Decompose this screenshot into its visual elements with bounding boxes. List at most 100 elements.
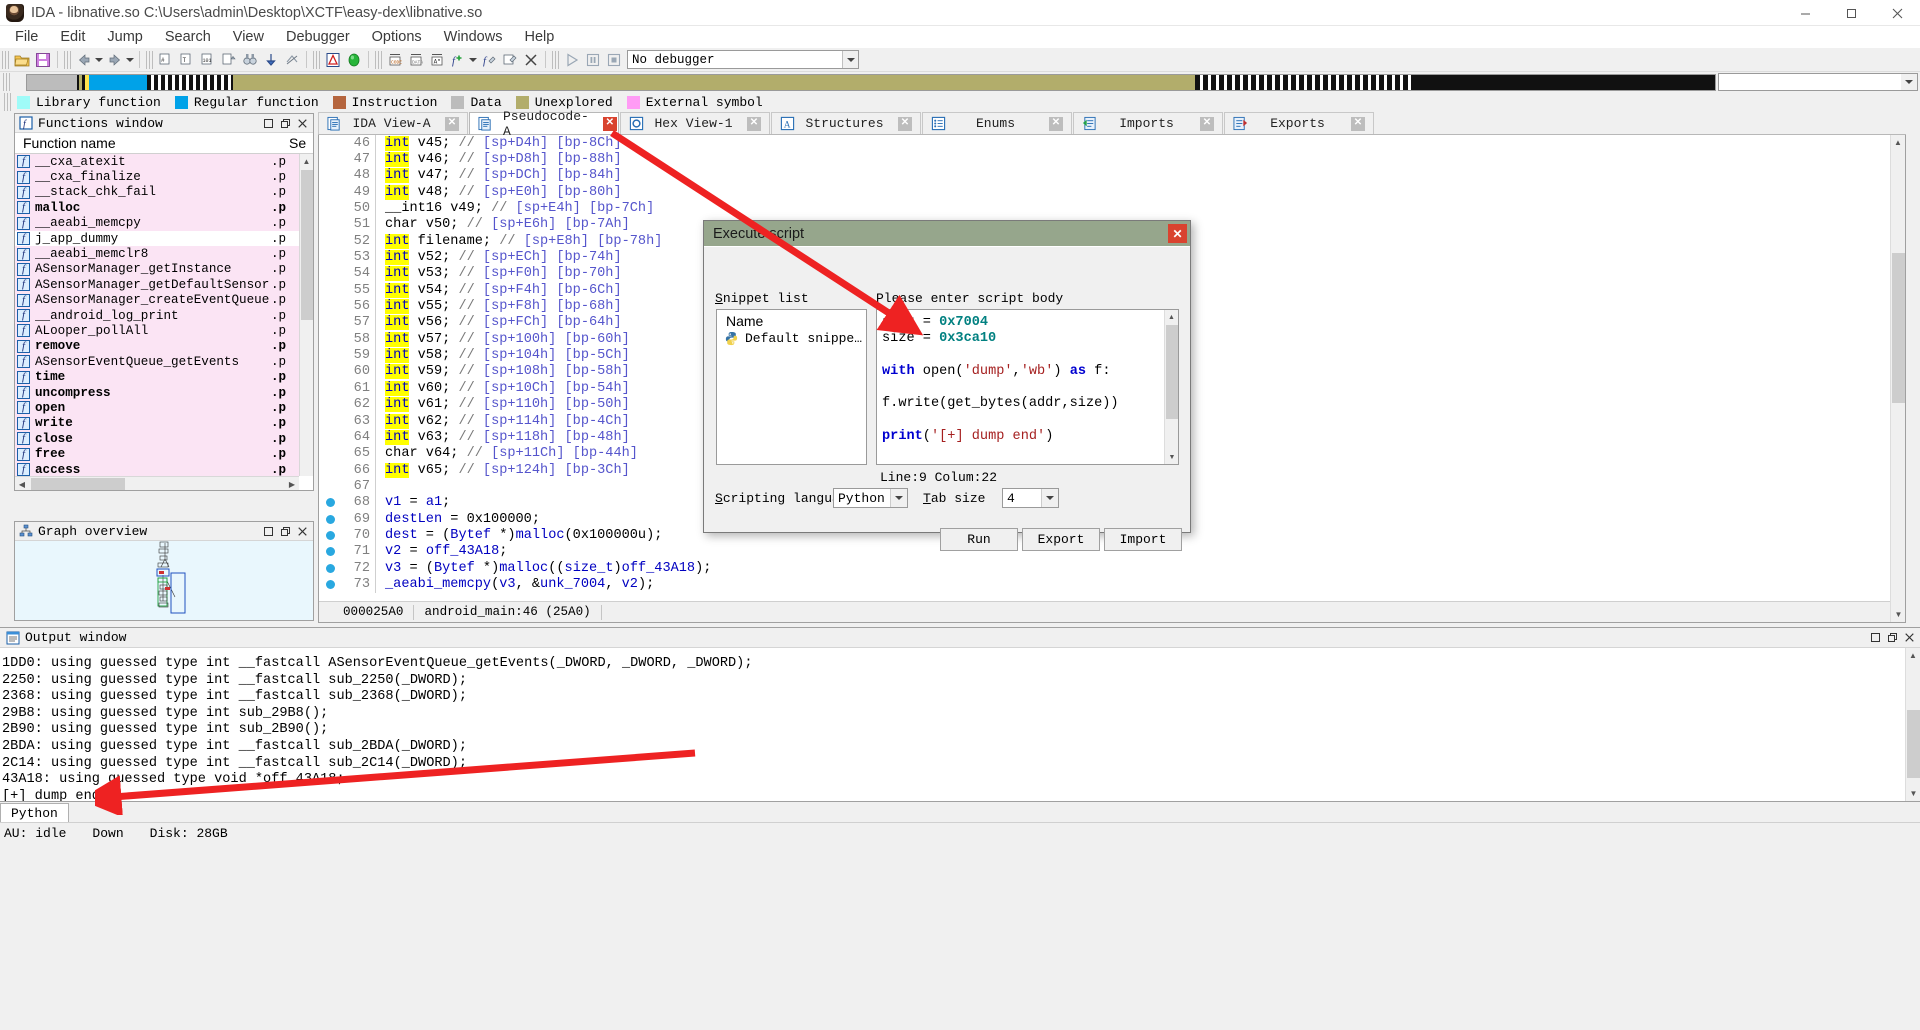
scroll-up-icon[interactable]: ▲ xyxy=(1906,648,1920,663)
function-list-row[interactable]: f time .p xyxy=(15,369,299,385)
pseudocode-line[interactable]: 46 int v45; // [sp+D4h] [bp-8Ch] xyxy=(319,135,1890,152)
make-function-icon[interactable]: f xyxy=(447,50,468,70)
function-list-row[interactable]: f write .p xyxy=(15,415,299,432)
pause-debugger-icon[interactable] xyxy=(582,50,603,70)
open-file-icon[interactable] xyxy=(11,50,32,70)
graph-overview-canvas[interactable] xyxy=(15,541,313,620)
function-list-row[interactable]: f ASensorEventQueue_getEvents .p xyxy=(15,354,299,370)
maximize-icon[interactable] xyxy=(260,115,277,132)
maximize-icon[interactable] xyxy=(1867,629,1884,646)
function-list-row[interactable]: f ASensorManager_getInstance .p xyxy=(15,261,299,278)
breakpoint-dot-icon[interactable] xyxy=(325,579,335,589)
scripting-language-select[interactable]: Python xyxy=(833,488,908,508)
functions-vertical-scrollbar[interactable]: ▲ xyxy=(299,154,313,476)
make-data-icon[interactable]: DATA xyxy=(405,50,426,70)
toolbar-grip-2[interactable] xyxy=(64,50,71,69)
close-icon[interactable]: ✕ xyxy=(1350,116,1365,131)
function-list-row[interactable]: f ASensorManager_getDefaultSensor .p xyxy=(15,277,299,293)
make-function-dropdown-icon[interactable] xyxy=(468,50,478,70)
scroll-up-icon[interactable]: ▲ xyxy=(300,154,313,168)
close-icon[interactable] xyxy=(1874,0,1920,26)
make-code-icon[interactable]: CODE xyxy=(384,50,405,70)
green-play-icon[interactable] xyxy=(343,50,364,70)
pseudocode-line[interactable]: 48 int v47; // [sp+DCh] [bp-84h] xyxy=(319,167,1890,185)
chevron-down-icon[interactable] xyxy=(1901,74,1917,90)
close-icon[interactable]: ✕ xyxy=(444,116,459,131)
pseudocode-line[interactable]: 47 int v46; // [sp+D8h] [bp-88h] xyxy=(319,151,1890,168)
save-icon[interactable] xyxy=(32,50,53,70)
tab-structures[interactable]: A Structures ✕ xyxy=(771,112,921,134)
run-debugger-icon[interactable] xyxy=(561,50,582,70)
restore-icon[interactable] xyxy=(277,115,294,132)
stop-debugger-icon[interactable] xyxy=(603,50,624,70)
close-icon[interactable]: ✕ xyxy=(1168,224,1187,243)
function-list-row[interactable]: f j_app_dummy .p xyxy=(15,230,299,247)
scrollbar-thumb-h[interactable] xyxy=(31,478,125,490)
function-list-row[interactable]: f close .p xyxy=(15,431,299,447)
tab-size-select[interactable]: 4 xyxy=(1002,488,1059,508)
scroll-down-icon[interactable]: ▼ xyxy=(1906,786,1920,801)
back-arrow-icon[interactable] xyxy=(73,50,94,70)
breakpoint-marker[interactable] xyxy=(319,547,341,557)
navband-grip[interactable] xyxy=(3,73,10,91)
pseudocode-line[interactable]: 50 __int16 v49; // [sp+E4h] [bp-7Ch] xyxy=(319,200,1890,217)
close-icon[interactable]: ✕ xyxy=(897,116,912,131)
scrollbar-thumb[interactable] xyxy=(1166,325,1178,419)
scrollbar-thumb[interactable] xyxy=(1907,710,1920,778)
append-function-icon[interactable] xyxy=(499,50,520,70)
function-list-row[interactable]: f ASensorManager_createEventQueue .p xyxy=(15,292,299,308)
function-list-row[interactable]: f __aeabi_memclr8 .p xyxy=(15,246,299,262)
toolbar-grip[interactable] xyxy=(2,50,9,69)
menu-help[interactable]: Help xyxy=(513,27,565,47)
debugger-select[interactable]: No debugger xyxy=(627,50,859,69)
breakpoint-marker[interactable] xyxy=(319,563,341,573)
chevron-down-icon[interactable] xyxy=(890,489,907,507)
jump-to-address-icon[interactable]: # xyxy=(155,50,176,70)
breakpoint-dot-icon[interactable] xyxy=(325,563,335,573)
legend-grip[interactable] xyxy=(4,93,11,111)
pseudocode-line[interactable]: 72 v3 = (Bytef *)malloc((size_t)off_43A18… xyxy=(319,559,1890,577)
pseudocode-line[interactable]: 73 _aeabi_memcpy(v3, &unk_7004, v2); xyxy=(319,576,1890,593)
scroll-down-icon[interactable]: ▼ xyxy=(1165,450,1178,464)
function-list-row[interactable]: f access .p xyxy=(15,461,299,476)
analysis-warning-icon[interactable] xyxy=(322,50,343,70)
import-button[interactable]: Import xyxy=(1104,528,1182,551)
scroll-left-icon[interactable]: ◀ xyxy=(15,477,29,491)
snippet-list-box[interactable]: Name Default snippe… xyxy=(716,309,867,465)
function-list-row[interactable]: f malloc .p xyxy=(15,200,299,216)
script-vertical-scrollbar[interactable]: ▲ ▼ xyxy=(1164,310,1178,464)
chevron-down-icon[interactable] xyxy=(842,51,858,68)
menu-windows[interactable]: Windows xyxy=(433,27,514,47)
menu-file[interactable]: File xyxy=(4,27,49,47)
script-body-text[interactable]: addr = 0x7004 size = 0x3ca10 with open('d… xyxy=(877,310,1163,464)
close-icon[interactable] xyxy=(1901,629,1918,646)
tab-hex-view-1[interactable]: Hex View-1 ✕ xyxy=(620,112,770,134)
tab-exports[interactable]: Exports ✕ xyxy=(1224,112,1374,134)
scrollbar-thumb[interactable] xyxy=(301,170,313,320)
breakpoint-dot-icon[interactable] xyxy=(325,514,335,524)
maximize-icon[interactable] xyxy=(1828,0,1874,26)
column-function-name[interactable]: Function name xyxy=(15,135,287,151)
breakpoint-marker[interactable] xyxy=(319,530,341,540)
tab-imports[interactable]: Imports ✕ xyxy=(1073,112,1223,134)
breakpoint-marker[interactable] xyxy=(319,498,341,508)
close-icon[interactable] xyxy=(294,115,311,132)
restore-icon[interactable] xyxy=(1884,629,1901,646)
search-binoculars-icon[interactable] xyxy=(239,50,260,70)
snippet-list-item[interactable]: Default snippe… xyxy=(717,331,866,346)
back-dropdown-icon[interactable] xyxy=(94,50,104,70)
jump-to-name-icon[interactable]: T xyxy=(176,50,197,70)
close-icon[interactable]: ✕ xyxy=(1048,116,1063,131)
menu-debugger[interactable]: Debugger xyxy=(275,27,361,47)
delete-function-icon[interactable] xyxy=(520,50,541,70)
execute-script-dialog[interactable]: Execute script ✕ Snippet list Name Defau… xyxy=(703,220,1191,551)
run-button[interactable]: Run xyxy=(940,528,1018,551)
close-icon[interactable]: ✕ xyxy=(1199,116,1214,131)
function-list-row[interactable]: f __cxa_finalize .p xyxy=(15,169,299,185)
breakpoint-marker[interactable] xyxy=(319,514,341,524)
scroll-down-icon[interactable]: ▼ xyxy=(1891,607,1905,622)
function-list-row[interactable]: f open .p xyxy=(15,400,299,416)
functions-horizontal-scrollbar[interactable]: ◀ ▶ xyxy=(15,476,299,490)
script-body-editor[interactable]: addr = 0x7004 size = 0x3ca10 with open('d… xyxy=(876,309,1179,465)
make-string-icon[interactable]: A" xyxy=(426,50,447,70)
